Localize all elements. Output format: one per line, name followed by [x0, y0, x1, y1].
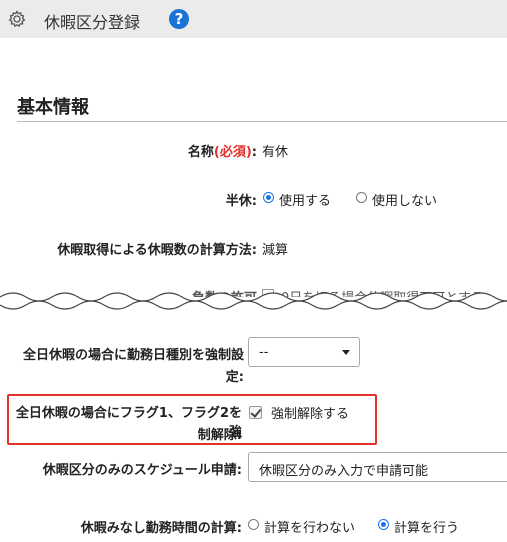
tear-divider [0, 292, 507, 310]
force-release-checkbox[interactable] [249, 406, 262, 419]
force-worktype-select-value: -- [259, 345, 269, 360]
half-day-use-label[interactable]: 使用する [279, 190, 331, 209]
title-bar: 休暇区分登録 ? [0, 0, 507, 38]
name-label: 名称(必須): [140, 141, 257, 160]
page-title: 休暇区分登録 [44, 13, 141, 32]
half-day-use-radio[interactable] [263, 192, 274, 203]
help-icon[interactable]: ? [169, 9, 189, 29]
gear-icon[interactable] [7, 9, 27, 29]
calc-method-label: 休暇取得による休暇数の計算方法: [57, 243, 257, 258]
force-worktype-label-line1: 全日休暇の場合に勤務日種別を強制設 [22, 348, 244, 363]
required-mark: (必須) [213, 145, 252, 160]
deemed-hours-on-label[interactable]: 計算を行う [394, 517, 459, 536]
deemed-hours-on-radio[interactable] [378, 519, 389, 530]
half-day-label: 半休: [225, 194, 257, 209]
name-label-colon: : [251, 145, 257, 160]
schedule-only-label: 休暇区分のみのスケジュール申請: [42, 463, 242, 478]
schedule-only-value: 休暇区分のみ入力で申請可能 [259, 464, 429, 479]
section-title: 基本情報 [17, 97, 89, 118]
chevron-down-icon [342, 350, 350, 355]
name-label-text: 名称 [187, 145, 214, 160]
deemed-hours-off-radio[interactable] [248, 519, 259, 530]
schedule-only-field[interactable]: 休暇区分のみ入力で申請可能 [248, 452, 507, 482]
deemed-hours-label: 休暇みなし勤務時間の計算: [80, 521, 242, 536]
force-worktype-select[interactable]: -- [248, 337, 360, 367]
force-release-label-line2: 制解除: [197, 428, 242, 443]
half-day-nouse-radio[interactable] [356, 192, 367, 203]
deemed-hours-off-label[interactable]: 計算を行わない [264, 517, 355, 536]
calc-method-value: 減算 [262, 243, 289, 258]
section-divider [17, 121, 507, 122]
force-release-checkbox-label[interactable]: 強制解除する [271, 403, 349, 422]
half-day-nouse-label[interactable]: 使用しない [372, 190, 437, 209]
force-worktype-label-line2: 定: [225, 370, 244, 385]
name-value: 有休 [262, 145, 289, 160]
